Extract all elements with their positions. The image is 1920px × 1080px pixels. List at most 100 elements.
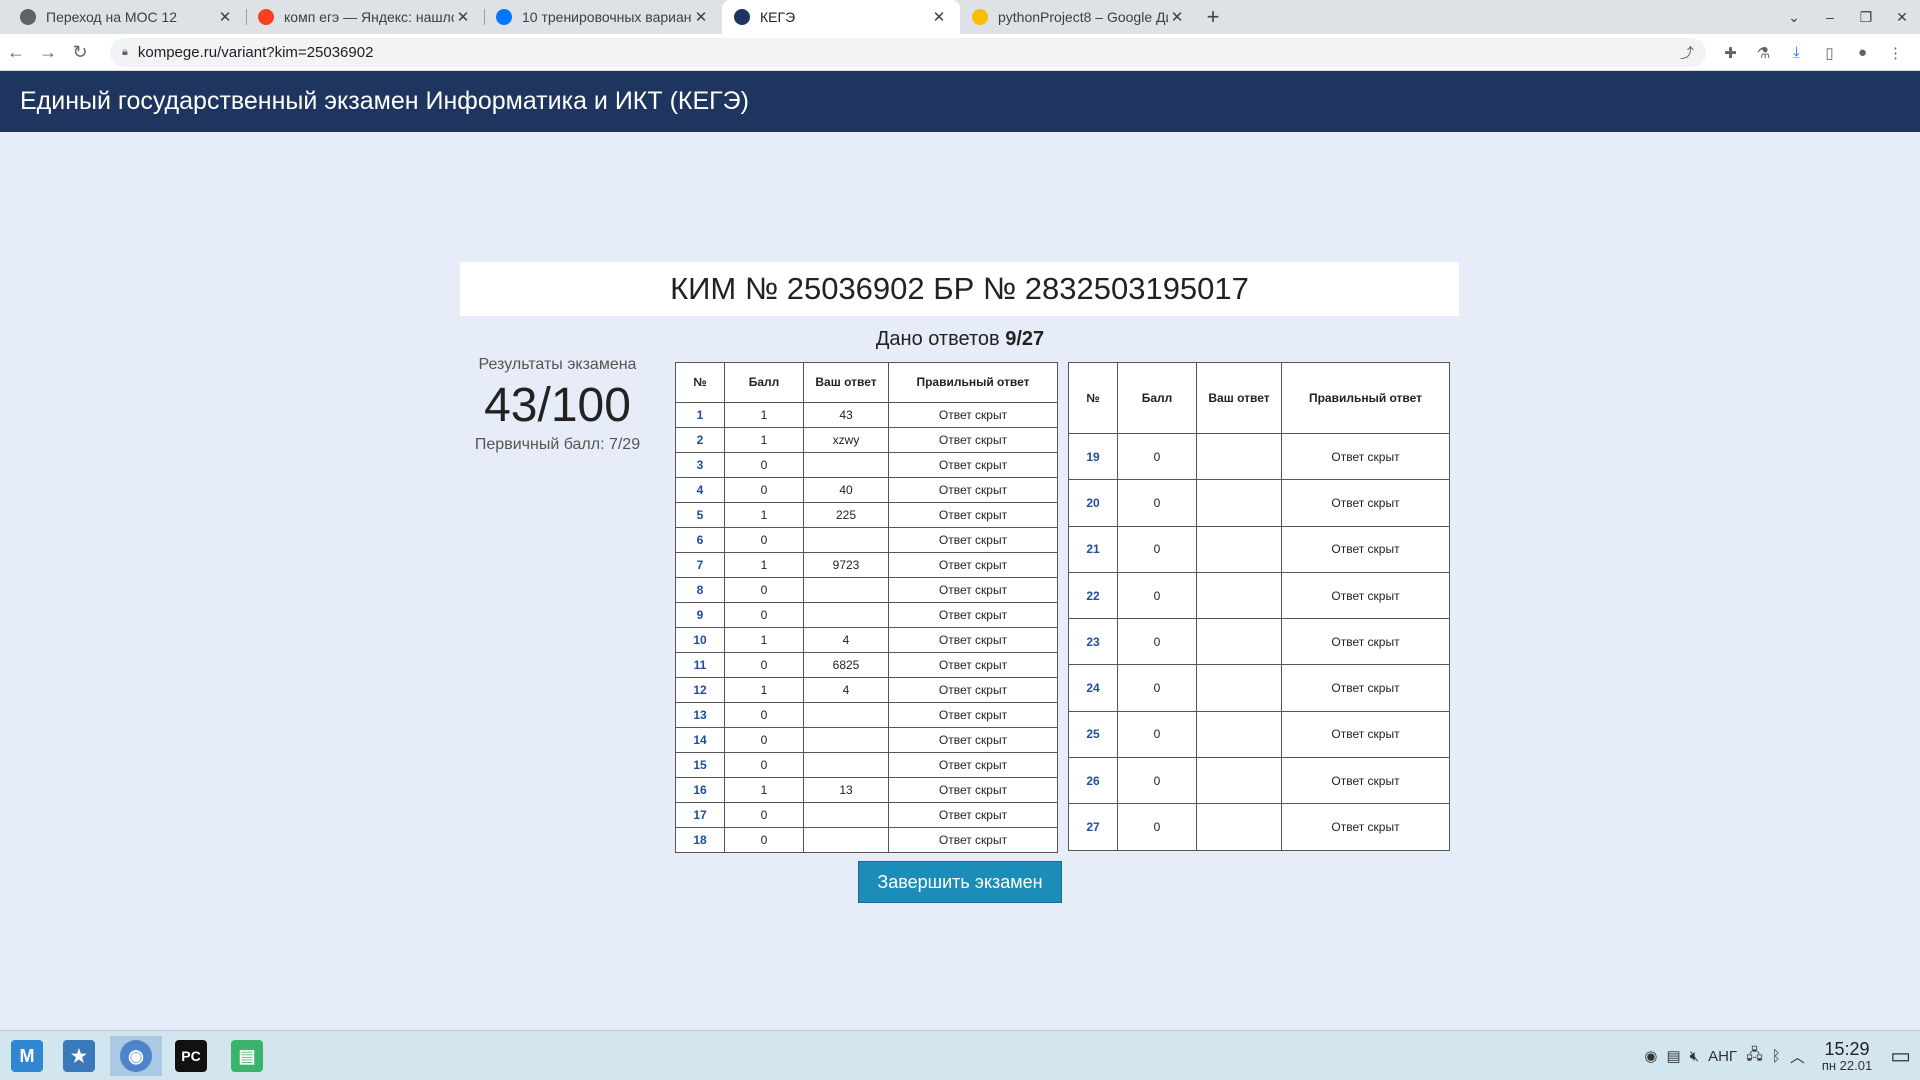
table-row: 24 0 Ответ скрыт [1068,664,1450,712]
files-icon[interactable]: ★ [58,1036,100,1076]
task-answer [803,702,889,728]
browser-tab[interactable]: Переход на МОС 12 ✕ [8,0,246,34]
task-number[interactable]: 15 [675,752,725,778]
task-number[interactable]: 21 [1068,525,1118,573]
browser-tab[interactable]: pythonProject8 – Google Диск ✕ [960,0,1198,34]
profile-icon[interactable]: ● [1846,44,1879,61]
extension-icons: ✚ ⚗ ⤓ ▯ ● ⋮ [1714,34,1912,71]
task-number[interactable]: 3 [675,452,725,478]
task-score: 0 [1117,803,1197,851]
task-number[interactable]: 13 [675,702,725,728]
answered-count: Дано ответов 9/27 [540,328,1380,351]
task-score: 0 [1117,710,1197,759]
task-number[interactable]: 23 [1068,618,1118,666]
browser-tab[interactable]: комп егэ — Яндекс: нашлось✕ [246,0,484,34]
task-number[interactable]: 20 [1068,479,1118,527]
task-number[interactable]: 2 [675,427,725,453]
task-number[interactable]: 26 [1068,757,1118,805]
table-row: 18 0 Ответ скрыт [675,827,1058,853]
task-answer: 6825 [803,652,889,678]
table-row: 5 1 225 Ответ скрыт [675,502,1058,528]
table-row: 19 0 Ответ скрыт [1068,432,1450,481]
close-window-icon[interactable]: ✕ [1884,9,1920,26]
tab-search-icon[interactable]: ⌄ [1776,9,1812,26]
menu-dots-icon[interactable]: ⋮ [1879,44,1912,62]
share-icon[interactable]: ⤴ [1680,43,1694,63]
tab-close-icon[interactable]: ✕ [216,8,234,26]
show-desktop-icon[interactable]: ▭ [1890,1043,1911,1069]
clipboard-icon[interactable]: ▤ [1666,1047,1680,1065]
extensions-icon[interactable]: ✚ [1714,44,1747,62]
tab-list: Переход на МОС 12 ✕ комп егэ — Яндекс: наш… [8,0,1198,34]
task-number[interactable]: 4 [675,477,725,503]
task-number[interactable]: 7 [675,552,725,578]
task-number[interactable]: 1 [675,402,725,428]
chrome-icon[interactable]: ◉ [110,1036,162,1076]
task-number[interactable]: 17 [675,802,725,828]
finish-exam-button[interactable]: Завершить экзамен [858,861,1062,903]
task-answer [1196,757,1282,805]
download-icon[interactable]: ⤓ [1780,44,1813,61]
task-answer [1196,618,1282,666]
task-number[interactable]: 11 [675,652,725,678]
menu-icon[interactable]: M [6,1036,48,1076]
task-correct-answer: Ответ скрыт [888,777,1058,803]
new-tab-button[interactable]: + [1198,0,1228,34]
lock-icon[interactable]: 🔒︎ [122,46,128,59]
task-score: 0 [724,602,804,628]
restore-icon[interactable]: ❐ [1848,9,1884,26]
task-number[interactable]: 25 [1068,710,1118,759]
tab-close-icon[interactable]: ✕ [692,8,710,26]
clock[interactable]: 15:29 пн 22.01 [1822,1040,1872,1073]
table-row: 25 0 Ответ скрыт [1068,710,1450,759]
task-number[interactable]: 8 [675,577,725,603]
tab-close-icon[interactable]: ✕ [930,8,948,26]
task-number[interactable]: 22 [1068,571,1118,620]
results-score: 43/100 [484,379,631,432]
back-icon[interactable]: ← [0,42,32,63]
network-icon[interactable]: 🖧︎ [1746,1044,1763,1069]
site-title[interactable]: Единый государственный экзамен Информати… [20,87,749,116]
eye-icon[interactable]: ◉ [1644,1047,1657,1065]
task-number[interactable]: 14 [675,727,725,753]
table-row: 13 0 Ответ скрыт [675,702,1058,728]
task-answer [1196,710,1282,759]
task-number[interactable]: 10 [675,627,725,653]
task-number[interactable]: 18 [675,827,725,853]
task-number[interactable]: 6 [675,527,725,553]
reload-icon[interactable]: ↻ [64,42,96,63]
task-correct-answer: Ответ скрыт [1281,618,1450,666]
tab-close-icon[interactable]: ✕ [1168,8,1186,26]
table-row: 23 0 Ответ скрыт [1068,618,1450,666]
task-number[interactable]: 5 [675,502,725,528]
browser-tab[interactable]: КЕГЭ ✕ [722,0,960,34]
pycharm-icon[interactable]: PC [170,1036,212,1076]
task-number[interactable]: 24 [1068,664,1118,712]
task-correct-answer: Ответ скрыт [888,602,1058,628]
forward-icon[interactable]: → [32,42,64,63]
task-number[interactable]: 16 [675,777,725,803]
tab-close-icon[interactable]: ✕ [454,8,472,26]
table-row: 6 0 Ответ скрыт [675,527,1058,553]
task-number[interactable]: 27 [1068,803,1118,851]
volume-muted-icon[interactable]: 🔇︎ [1690,1048,1699,1065]
address-bar[interactable]: 🔒︎ kompege.ru/variant?kim=25036902 ⤴ [110,38,1706,67]
keyboard-layout[interactable]: АНГ [1708,1048,1737,1065]
notes-icon[interactable]: ▤ [226,1036,268,1076]
browser-tab[interactable]: 10 тренировочных вариантов✕ [484,0,722,34]
task-answer [803,727,889,753]
task-answer [1196,664,1282,712]
tray-expand-icon[interactable]: ︿ [1790,1046,1805,1067]
minimize-icon[interactable]: – [1812,9,1848,25]
task-number[interactable]: 19 [1068,432,1118,481]
task-number[interactable]: 12 [675,677,725,703]
task-correct-answer: Ответ скрыт [888,802,1058,828]
task-number[interactable]: 9 [675,602,725,628]
kege-icon [734,9,750,25]
table-row: 7 1 9723 Ответ скрыт [675,552,1058,578]
task-score: 0 [724,652,804,678]
sidepanel-icon[interactable]: ▯ [1813,44,1846,62]
table-row: 16 1 13 Ответ скрыт [675,777,1058,803]
labs-icon[interactable]: ⚗ [1747,44,1780,62]
bluetooth-icon[interactable]: ᛒ [1772,1048,1781,1065]
